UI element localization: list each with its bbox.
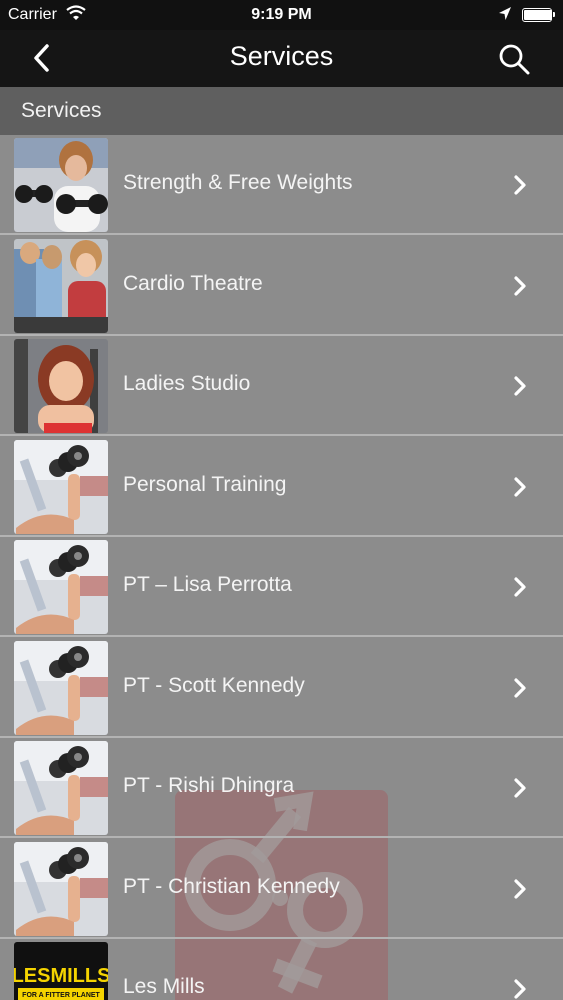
search-button[interactable]: [496, 41, 532, 77]
list-item[interactable]: LESMILLS FOR A FITTER PLANET Les Mills: [0, 939, 563, 1000]
list-item[interactable]: Ladies Studio: [0, 336, 563, 436]
location-arrow-icon: [499, 7, 511, 20]
battery-icon: [522, 8, 555, 22]
list-item-label: PT – Lisa Perrotta: [123, 573, 292, 596]
dumbbell-photo: [14, 540, 108, 634]
chevron-right-icon: [514, 275, 526, 296]
navigation-bar: Services: [0, 30, 563, 87]
chevron-right-icon: [514, 476, 526, 497]
list-item-label: Personal Training: [123, 472, 287, 496]
chevron-right-icon: [514, 677, 526, 698]
status-bar: Carrier 9:19 PM: [0, 0, 563, 30]
chevron-right-icon: [514, 979, 526, 999]
ladies-studio-photo: [14, 339, 108, 433]
list-item-label: Strength & Free Weights: [123, 171, 353, 194]
list-item[interactable]: Cardio Theatre: [0, 236, 563, 336]
les-mills-logo-text: LESMILLS: [14, 965, 108, 987]
dumbbell-photo: [14, 841, 108, 936]
section-header: Services: [0, 87, 563, 135]
les-mills-logo-subtext: FOR A FITTER PLANET: [22, 992, 100, 999]
strength-photo: [14, 138, 108, 232]
chevron-right-icon: [514, 878, 526, 899]
list-item-label: PT - Christian Kennedy: [123, 874, 340, 898]
list-item-label: PT - Rishi Dhingra: [123, 774, 295, 797]
list-item-label: Cardio Theatre: [123, 271, 263, 295]
dumbbell-photo: [14, 439, 108, 534]
list-item[interactable]: Strength & Free Weights: [0, 135, 563, 235]
status-time: 9:19 PM: [251, 6, 312, 23]
list-item[interactable]: PT - Rishi Dhingra: [0, 738, 563, 838]
list-item-label: Ladies Studio: [123, 372, 251, 395]
chevron-right-icon: [514, 577, 526, 597]
chevron-right-icon: [514, 778, 526, 798]
cardio-photo: [14, 238, 108, 333]
battery-level: [524, 10, 552, 20]
list-item-label: PT - Scott Kennedy: [123, 673, 305, 697]
chevron-right-icon: [514, 376, 526, 396]
services-list: Strength & Free Weights Cardio Theatre L…: [0, 135, 563, 1000]
page-title: Services: [229, 41, 334, 71]
les-mills-logo: LESMILLS FOR A FITTER PLANET: [14, 942, 108, 1000]
list-item[interactable]: Personal Training: [0, 437, 563, 537]
list-item[interactable]: PT - Scott Kennedy: [0, 638, 563, 738]
list-item[interactable]: PT - Christian Kennedy: [0, 839, 563, 939]
list-item[interactable]: PT – Lisa Perrotta: [0, 537, 563, 637]
dumbbell-photo: [14, 640, 108, 735]
dumbbell-photo: [14, 741, 108, 835]
chevron-right-icon: [514, 175, 526, 195]
list-item-label: Les Mills: [123, 975, 205, 998]
